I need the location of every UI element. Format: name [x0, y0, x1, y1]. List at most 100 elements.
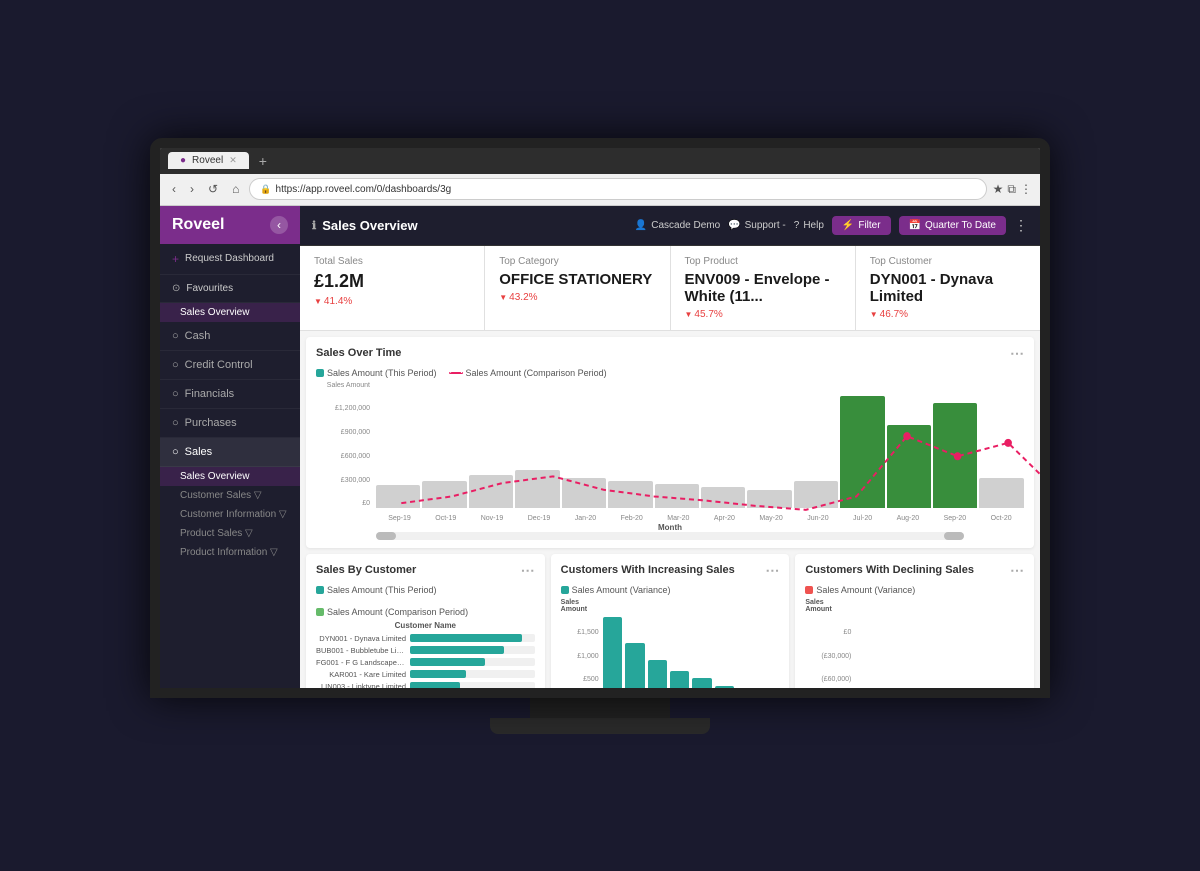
sidebar-item-label: Sales Overview — [180, 307, 249, 318]
sidebar-item-label: Credit Control — [185, 359, 253, 371]
legend-dot — [805, 586, 813, 594]
sales-icon: ○ — [172, 446, 179, 458]
cascade-demo-button[interactable]: 👤 Cascade Demo — [635, 220, 720, 231]
sidebar-item-customer-information[interactable]: Customer Information ▽ — [160, 505, 300, 524]
tab-close-icon[interactable]: ✕ — [229, 155, 237, 166]
nav-forward-button[interactable]: › — [186, 180, 198, 198]
sidebar-item-purchases[interactable]: ○ Purchases — [160, 409, 300, 438]
bookmark-icon[interactable]: ★ — [993, 182, 1004, 196]
support-button[interactable]: 💬 Support - — [728, 220, 786, 231]
sidebar-item-label: Financials — [185, 388, 235, 400]
sidebar-item-favourites[interactable]: ⊙ Favourites — [160, 275, 300, 303]
hbar-label: FG001 - F G Landscape & Design — [316, 658, 406, 667]
kpi-label: Top Category — [499, 256, 655, 267]
month-label: Dec-19 — [528, 515, 551, 522]
financials-icon: ○ — [172, 388, 179, 400]
chart-more-button[interactable]: ⋯ — [1010, 345, 1024, 362]
legend-dot-dashed — [449, 372, 463, 374]
chart-more-button[interactable]: ⋯ — [521, 562, 535, 579]
topbar-title: ℹ Sales Overview — [312, 218, 625, 233]
topbar-more-button[interactable]: ⋮ — [1014, 217, 1028, 234]
hbar-row: KAR001 - Kare Limited — [316, 670, 535, 679]
chart-title-text: Sales By Customer — [316, 564, 416, 576]
sidebar-header[interactable]: Roveel ‹ — [160, 206, 300, 244]
time-bar — [840, 396, 884, 508]
month-label: Oct-19 — [435, 515, 456, 522]
sidebar-item-cash[interactable]: ○ Cash — [160, 322, 300, 351]
sales-over-time-card: Sales Over Time ⋯ Sales Amount (This Per… — [306, 337, 1034, 548]
month-label: Jan-20 — [575, 515, 596, 522]
legend-this-period: Sales Amount (This Period) — [316, 585, 437, 595]
new-tab-button[interactable]: + — [259, 153, 267, 169]
kpi-value: ENV009 - Envelope - White (11... — [685, 271, 841, 305]
monitor-screen: ● Roveel ✕ + ‹ › ↺ ⌂ 🔒 https://app.rovee… — [150, 138, 1050, 698]
legend-label: Sales Amount (Comparison Period) — [327, 607, 468, 617]
monitor-stand-top — [530, 698, 670, 718]
sidebar-item-request-dashboard[interactable]: + Request Dashboard — [160, 244, 300, 275]
xaxis: Sep-19 Oct-19 Nov-19 Dec-19 Jan-20 Feb-2… — [376, 515, 1024, 522]
extensions-icon[interactable]: ⧉ — [1007, 182, 1016, 197]
sidebar-item-sales-overview[interactable]: Sales Overview — [160, 467, 300, 486]
bar — [692, 678, 711, 687]
month-label: May-20 — [759, 515, 782, 522]
kpi-change: 46.7% — [870, 309, 1026, 320]
browser-toolbar: ‹ › ↺ ⌂ 🔒 https://app.roveel.com/0/dashb… — [160, 174, 1040, 206]
sidebar-logo: Roveel — [172, 216, 224, 234]
legend-label: Sales Amount (This Period) — [327, 368, 437, 378]
legend-variance: Sales Amount (Variance) — [561, 585, 671, 595]
charts-area: Sales Over Time ⋯ Sales Amount (This Per… — [300, 331, 1040, 688]
sidebar-item-product-information[interactable]: Product Information ▽ — [160, 543, 300, 562]
url-bar[interactable]: 🔒 https://app.roveel.com/0/dashboards/3g — [249, 178, 986, 200]
hbar-track — [410, 658, 535, 666]
nav-back-button[interactable]: ‹ — [168, 180, 180, 198]
support-label: Support - — [745, 220, 786, 231]
yaxis-title: Sales Amount — [561, 599, 599, 613]
menu-icon[interactable]: ⋮ — [1020, 182, 1032, 196]
time-chart-scrollbar[interactable] — [376, 532, 964, 540]
yaxis-value: (£30,000) — [821, 653, 851, 660]
legend-comparison: Sales Amount (Comparison Period) — [316, 607, 468, 617]
time-bar — [979, 478, 1023, 508]
sidebar-item-product-sales[interactable]: Product Sales ▽ — [160, 524, 300, 543]
legend-dot-teal — [316, 369, 324, 377]
quarter-label: Quarter To Date — [925, 220, 996, 231]
yaxis-value: £0 — [362, 500, 370, 507]
filter-button[interactable]: ⚡ Filter — [832, 216, 891, 235]
hbar-row: DYN001 - Dynava Limited — [316, 634, 535, 643]
sidebar-item-sales-overview-fav[interactable]: Sales Overview — [160, 303, 300, 322]
sidebar-item-label: Sales Overview — [180, 471, 249, 482]
sidebar-item-financials[interactable]: ○ Financials — [160, 380, 300, 409]
monitor: ● Roveel ✕ + ‹ › ↺ ⌂ 🔒 https://app.rovee… — [150, 138, 1050, 734]
sidebar-item-credit-control[interactable]: ○ Credit Control — [160, 351, 300, 380]
quarter-button[interactable]: 📅 Quarter To Date — [899, 216, 1006, 235]
nav-refresh-button[interactable]: ↺ — [204, 180, 222, 198]
month-label: Sep-19 — [388, 515, 411, 522]
time-bar — [887, 425, 931, 507]
cash-icon: ○ — [172, 330, 179, 342]
kpi-top-category: Top Category OFFICE STATIONERY 43.2% — [485, 246, 670, 330]
kpi-change: 43.2% — [499, 292, 655, 303]
increasing-bars — [603, 613, 780, 688]
url-text: https://app.roveel.com/0/dashboards/3g — [276, 184, 452, 195]
xaxis-title: Month — [658, 523, 682, 532]
kpi-label: Total Sales — [314, 256, 470, 267]
chart-more-button[interactable]: ⋯ — [1010, 562, 1024, 579]
chart-more-button[interactable]: ⋯ — [765, 562, 779, 579]
hbar-track — [410, 646, 535, 654]
kpi-change-value: 46.7% — [880, 309, 908, 320]
sidebar-item-label: Product Sales ▽ — [180, 528, 253, 539]
sidebar-collapse-button[interactable]: ‹ — [270, 216, 288, 234]
help-button[interactable]: ? Help — [794, 220, 824, 231]
hbar-track — [410, 682, 535, 688]
time-bar — [747, 490, 791, 508]
nav-home-button[interactable]: ⌂ — [228, 180, 243, 198]
sidebar-item-sales[interactable]: ○ Sales — [160, 438, 300, 467]
app-container: Roveel ‹ + Request Dashboard ⊙ Favourite… — [160, 206, 1040, 688]
purchases-icon: ○ — [172, 417, 179, 429]
time-bar — [933, 403, 977, 508]
chart-title: Sales Over Time ⋯ — [316, 345, 1024, 362]
sidebar-item-customer-sales[interactable]: Customer Sales ▽ — [160, 486, 300, 505]
month-label: Sep-20 — [944, 515, 967, 522]
browser-tab-roveel[interactable]: ● Roveel ✕ — [168, 152, 249, 169]
customer-hbar-chart: DYN001 - Dynava Limited BUB001 - Bubblet… — [316, 634, 535, 688]
